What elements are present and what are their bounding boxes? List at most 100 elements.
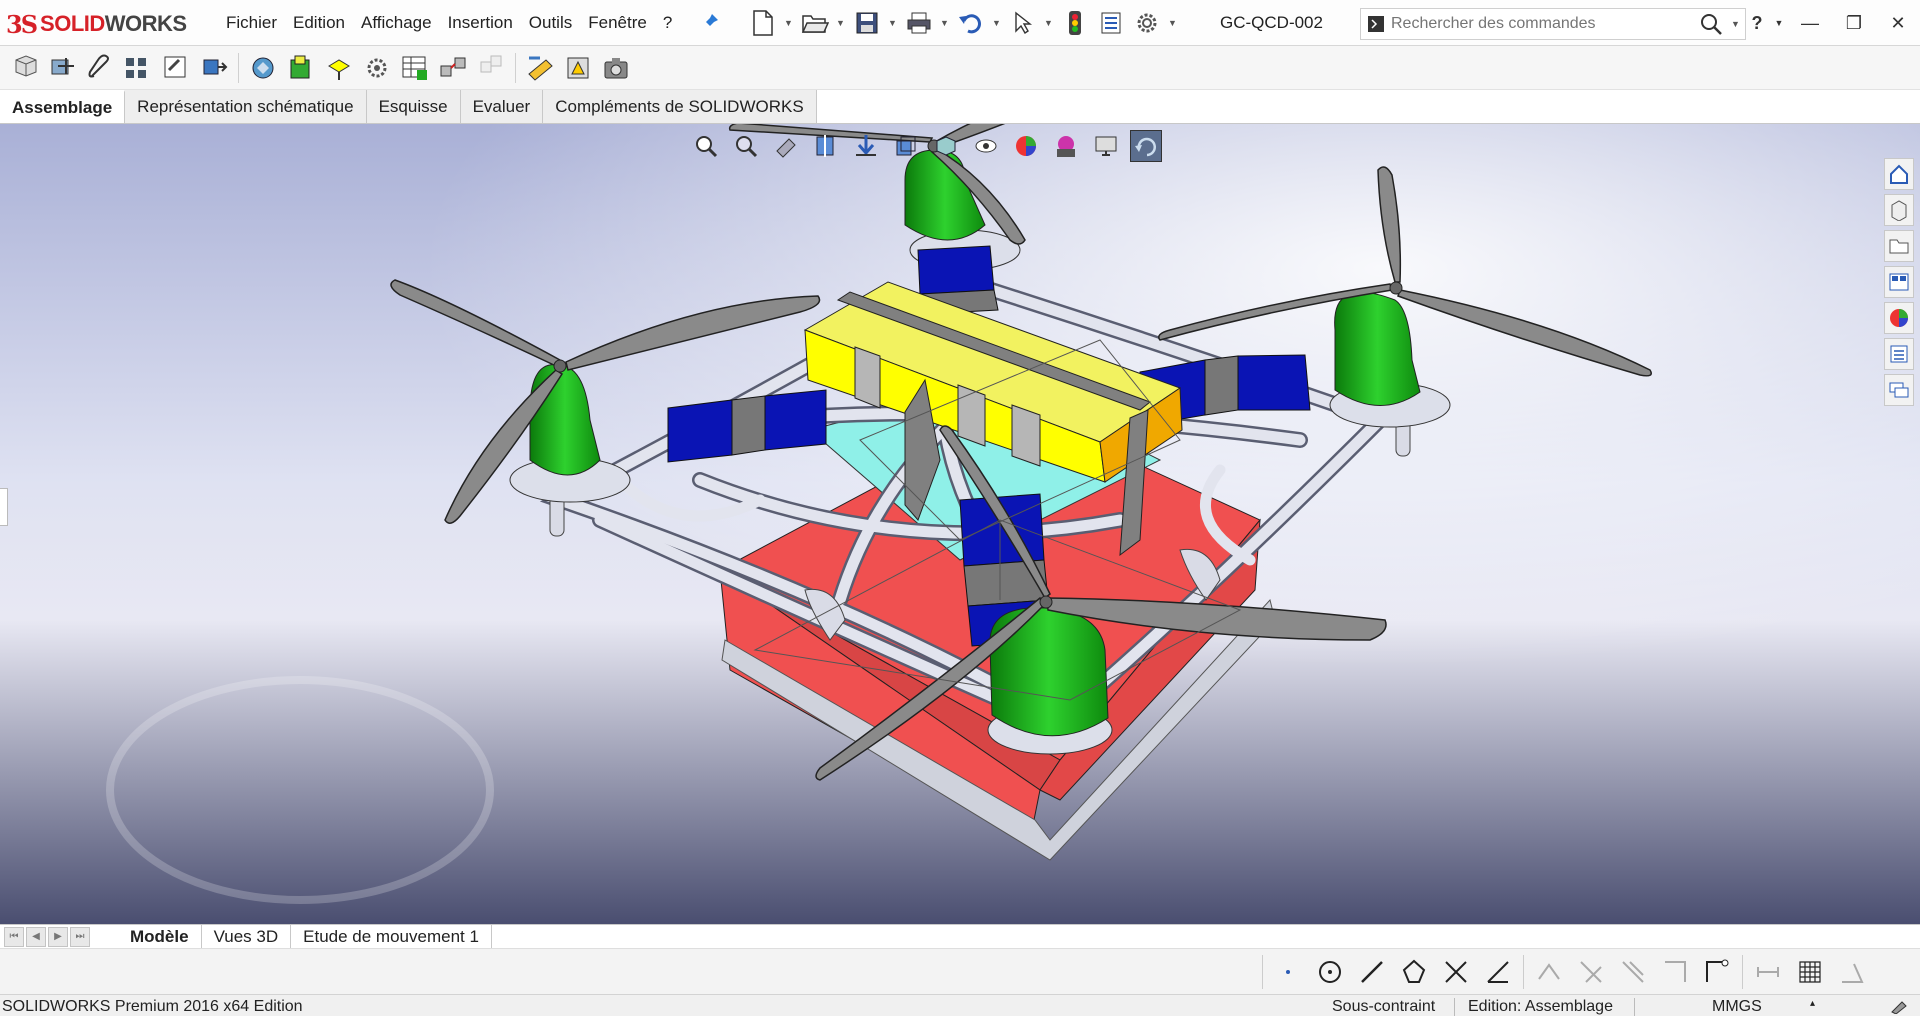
view-palette-icon[interactable]	[1884, 266, 1914, 298]
grid-icon[interactable]	[1793, 955, 1827, 989]
command-prompt-icon[interactable]	[1361, 9, 1391, 39]
polygon-icon[interactable]	[1397, 955, 1431, 989]
assembly-features-icon[interactable]	[285, 52, 317, 84]
status-units[interactable]: MMGS	[1712, 998, 1762, 1016]
section-view-icon[interactable]	[810, 130, 842, 162]
menu-outils[interactable]: Outils	[521, 13, 580, 33]
tools-icon[interactable]	[1890, 996, 1910, 1016]
open-folder-icon[interactable]	[800, 8, 830, 38]
reference-geometry-icon[interactable]	[323, 52, 355, 84]
menu-fichier[interactable]: Fichier	[218, 13, 285, 33]
last-tab-icon[interactable]: ⏭	[70, 926, 90, 947]
feature-tree-collapse-handle[interactable]	[0, 488, 8, 526]
chevron-down-icon[interactable]: ▼	[940, 18, 950, 28]
exploded-view-icon[interactable]	[437, 52, 469, 84]
solidworks-resources-home-icon[interactable]	[1884, 158, 1914, 190]
tab-assemblage[interactable]: Assemblage	[0, 90, 126, 123]
show-hidden-components-icon[interactable]	[247, 52, 279, 84]
take-snapshot-icon[interactable]	[600, 52, 632, 84]
point-icon[interactable]	[1271, 955, 1305, 989]
quadcopter-model[interactable]	[0, 124, 1920, 924]
move-component-icon[interactable]	[198, 52, 230, 84]
tab-evaluer[interactable]: Evaluer	[460, 90, 544, 123]
chevron-down-icon[interactable]: ▼	[1044, 18, 1054, 28]
insert-component-icon[interactable]	[8, 52, 40, 84]
apply-scene-icon[interactable]	[1050, 130, 1082, 162]
custom-properties-icon[interactable]	[1884, 338, 1914, 370]
zoom-to-area-icon[interactable]	[730, 130, 762, 162]
menu-fenetre[interactable]: Fenêtre	[580, 13, 655, 33]
explode-line-sketch-icon[interactable]	[475, 52, 507, 84]
hide-show-items-icon[interactable]	[970, 130, 1002, 162]
dynamic-annotation-icon[interactable]	[850, 130, 882, 162]
first-tab-icon[interactable]: ⏮	[4, 926, 24, 947]
filter-edges-icon[interactable]	[1532, 955, 1566, 989]
chevron-down-icon[interactable]: ▼	[784, 18, 794, 28]
solidworks-logo[interactable]: 3S SOLIDWORKS	[6, 4, 196, 44]
new-part-icon[interactable]	[46, 52, 78, 84]
menu-insertion[interactable]: Insertion	[440, 13, 521, 33]
graphics-area[interactable]: — ❐ ✕	[0, 124, 1920, 924]
rebuild-icon[interactable]	[1060, 8, 1090, 38]
options-gear-icon[interactable]	[1132, 8, 1162, 38]
new-document-icon[interactable]	[748, 8, 778, 38]
linear-pattern-icon[interactable]	[122, 52, 154, 84]
search-input[interactable]	[1391, 15, 1691, 33]
print-icon[interactable]	[904, 8, 934, 38]
help-button[interactable]: ?	[1744, 13, 1770, 34]
menu-help[interactable]: ?	[655, 13, 680, 33]
menu-edition[interactable]: Edition	[285, 13, 353, 33]
trim-icon[interactable]	[1439, 955, 1473, 989]
chevron-down-icon[interactable]: ▼	[1770, 18, 1788, 28]
new-motion-study-icon[interactable]	[361, 52, 393, 84]
filter-sketch-icon[interactable]	[1658, 955, 1692, 989]
filter-vertices-icon[interactable]	[1616, 955, 1650, 989]
undo-icon[interactable]	[956, 8, 986, 38]
design-library-icon[interactable]	[1884, 194, 1914, 226]
file-explorer-icon[interactable]	[1884, 230, 1914, 262]
tab-modele[interactable]: Modèle	[118, 924, 202, 949]
chevron-down-icon[interactable]: ▼	[836, 18, 846, 28]
update-speedpak-icon[interactable]	[562, 52, 594, 84]
units-menu-chevron-icon[interactable]: ▴	[1810, 998, 1815, 1009]
pin-icon[interactable]	[700, 12, 720, 32]
angle-dimension-icon[interactable]	[1835, 955, 1869, 989]
previous-tab-icon[interactable]: ◀	[26, 926, 46, 947]
previous-view-icon[interactable]	[770, 130, 802, 162]
mate-icon[interactable]	[84, 52, 116, 84]
save-icon[interactable]	[852, 8, 882, 38]
chevron-down-icon[interactable]: ▼	[888, 18, 898, 28]
angle-line-icon[interactable]	[1481, 955, 1515, 989]
smart-dimension-icon[interactable]	[1751, 955, 1785, 989]
filter-faces-icon[interactable]	[1574, 955, 1608, 989]
forum-icon[interactable]	[1884, 374, 1914, 406]
circle-center-icon[interactable]	[1313, 955, 1347, 989]
next-tab-icon[interactable]: ▶	[48, 926, 68, 947]
bill-of-materials-icon[interactable]	[399, 52, 431, 84]
zoom-to-fit-icon[interactable]	[690, 130, 722, 162]
display-style-icon[interactable]	[930, 130, 962, 162]
smart-fasteners-icon[interactable]	[160, 52, 192, 84]
close-icon[interactable]: ✕	[1876, 13, 1920, 34]
minimize-icon[interactable]: —	[1788, 13, 1832, 34]
select-arrow-icon[interactable]	[1008, 8, 1038, 38]
instant3d-icon[interactable]	[524, 52, 556, 84]
tab-representation-schematique[interactable]: Représentation schématique	[125, 90, 367, 123]
restore-icon[interactable]: ❐	[1832, 13, 1876, 34]
view-settings-icon[interactable]	[1090, 130, 1122, 162]
file-properties-icon[interactable]	[1096, 8, 1126, 38]
menu-affichage[interactable]: Affichage	[353, 13, 440, 33]
edit-appearance-icon[interactable]	[1010, 130, 1042, 162]
tab-esquisse[interactable]: Esquisse	[366, 90, 461, 123]
search-icon[interactable]	[1691, 12, 1731, 36]
chevron-down-icon[interactable]: ▼	[1731, 19, 1745, 29]
appearances-scenes-icon[interactable]	[1884, 302, 1914, 334]
line-icon[interactable]	[1355, 955, 1389, 989]
chevron-down-icon[interactable]: ▼	[1168, 18, 1178, 28]
rotate-view-icon[interactable]	[1130, 130, 1162, 162]
filter-dimension-icon[interactable]	[1700, 955, 1734, 989]
tab-complements[interactable]: Compléments de SOLIDWORKS	[543, 90, 817, 123]
tab-vues-3d[interactable]: Vues 3D	[202, 924, 292, 949]
tab-etude-de-mouvement[interactable]: Etude de mouvement 1	[291, 924, 492, 949]
view-orientation-icon[interactable]	[890, 130, 922, 162]
